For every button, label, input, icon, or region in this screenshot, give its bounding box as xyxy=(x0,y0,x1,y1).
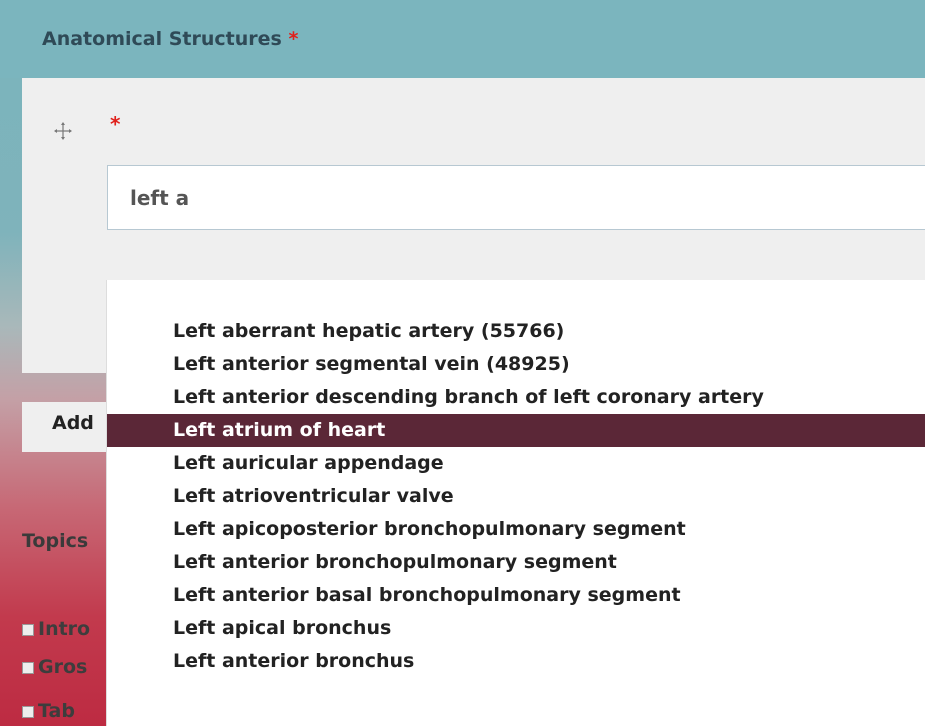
anatomical-structure-input[interactable] xyxy=(107,165,925,230)
topic-checkbox[interactable] xyxy=(22,662,34,674)
suggestion-item[interactable]: Left anterior bronchus xyxy=(107,645,925,678)
suggestion-item-active[interactable]: Left atrium of heart xyxy=(107,414,925,447)
required-marker: * xyxy=(288,28,299,50)
suggestion-item[interactable]: Left auricular appendage xyxy=(107,447,925,480)
autocomplete-dropdown: Left aberrant hepatic artery (55766) Lef… xyxy=(107,280,925,726)
row-required-marker: * xyxy=(110,112,121,136)
add-button-label: Add xyxy=(52,412,94,434)
suggestion-item[interactable]: Left atrioventricular valve xyxy=(107,480,925,513)
suggestion-item[interactable]: Left anterior descending branch of left … xyxy=(107,381,925,414)
suggestion-item[interactable]: Left aberrant hepatic artery (55766) xyxy=(107,315,925,348)
topic-label: Intro xyxy=(38,618,91,640)
section-title: Anatomical Structures * xyxy=(42,28,298,50)
suggestion-list: Left aberrant hepatic artery (55766) Lef… xyxy=(107,315,925,678)
section-header: Anatomical Structures * xyxy=(0,0,925,78)
topic-checkbox[interactable] xyxy=(22,624,34,636)
topic-checkbox[interactable] xyxy=(22,706,34,718)
suggestion-item[interactable]: Left apical bronchus xyxy=(107,612,925,645)
suggestion-item[interactable]: Left apicoposterior bronchopulmonary seg… xyxy=(107,513,925,546)
topics-label: Topics xyxy=(22,530,89,552)
suggestion-item[interactable]: Left anterior segmental vein (48925) xyxy=(107,348,925,381)
topic-label: Gros xyxy=(38,656,88,678)
move-arrows-icon-svg xyxy=(54,122,72,140)
section-title-text: Anatomical Structures xyxy=(42,28,282,50)
suggestion-item[interactable]: Left anterior bronchopulmonary segment xyxy=(107,546,925,579)
suggestion-item[interactable]: Left anterior basal bronchopulmonary seg… xyxy=(107,579,925,612)
topic-label: Tab xyxy=(38,700,75,722)
move-arrows-icon[interactable] xyxy=(52,120,74,142)
